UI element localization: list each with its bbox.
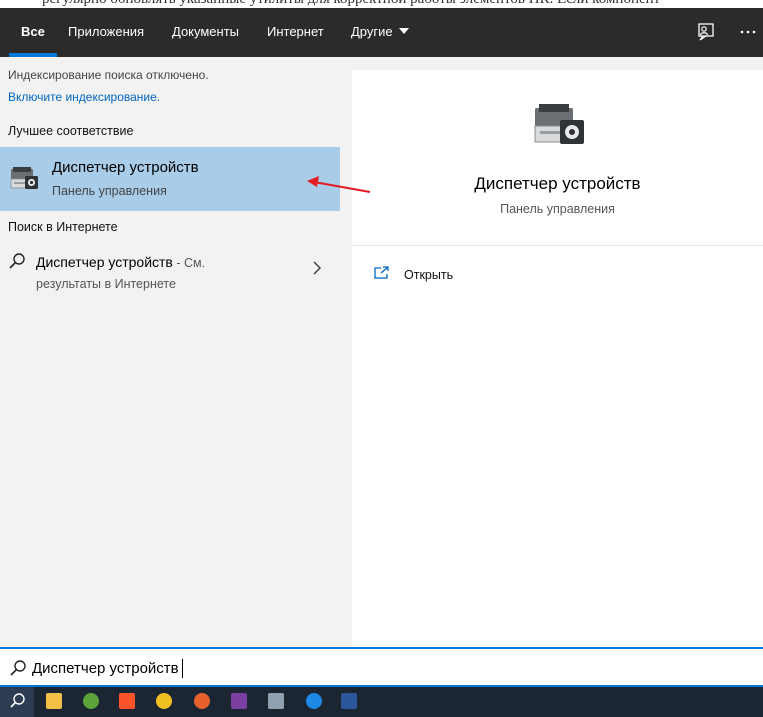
- best-match-heading: Лучшее соответствие: [8, 124, 134, 138]
- enable-indexing-link[interactable]: Включите индексирование.: [8, 90, 160, 104]
- background-page: регулярно обновлять указанные утилиты дл…: [0, 0, 763, 8]
- web-search-query: Диспетчер устройств: [36, 254, 173, 270]
- file-explorer-icon[interactable]: [40, 687, 68, 717]
- teamviewer-icon[interactable]: [300, 687, 328, 717]
- utorrent-icon[interactable]: [77, 687, 105, 717]
- tab-documents[interactable]: Документы: [172, 8, 239, 57]
- brave-icon[interactable]: [113, 687, 141, 717]
- taskbar: [0, 687, 763, 717]
- device-manager-icon: [534, 104, 584, 144]
- tab-apps[interactable]: Приложения: [68, 8, 144, 57]
- search-icon: [10, 660, 26, 676]
- chevron-down-icon: [398, 28, 409, 34]
- web-search-name: Диспетчер устройств - См.: [36, 254, 205, 270]
- preview-panel: Диспетчер устройств Панель управления От…: [352, 70, 763, 647]
- annotation-arrow: [307, 176, 371, 193]
- search-taskbar-button[interactable]: [0, 687, 34, 717]
- text-caret: [182, 659, 183, 678]
- results-panel: Индексирование поиска отключено. Включит…: [0, 57, 340, 647]
- best-match-name: Диспетчер устройств: [52, 159, 199, 176]
- tab-more-label: Другие: [351, 24, 393, 39]
- web-search-subtitle: результаты в Интернете: [36, 277, 176, 291]
- web-search-suffix: - См.: [172, 256, 206, 270]
- chevron-right-icon[interactable]: [312, 261, 322, 275]
- divider: [352, 245, 763, 246]
- feedback-icon[interactable]: [695, 21, 717, 43]
- word-icon[interactable]: [335, 687, 363, 717]
- search-box[interactable]: [0, 647, 763, 687]
- search-nav-bar: Все Приложения Документы Интернет Другие: [0, 8, 763, 57]
- open-icon: [374, 266, 389, 279]
- photos-icon[interactable]: [262, 687, 290, 717]
- firefox-icon[interactable]: [188, 687, 216, 717]
- best-match-subtitle: Панель управления: [52, 184, 167, 198]
- preview-subtitle: Панель управления: [500, 202, 615, 216]
- tab-more[interactable]: Другие: [351, 8, 409, 57]
- background-text: регулярно обновлять указанные утилиты дл…: [42, 0, 660, 8]
- search-icon: [9, 253, 25, 269]
- tab-web[interactable]: Интернет: [267, 8, 324, 57]
- open-action-label: Открыть: [404, 268, 454, 282]
- preview-title: Диспетчер устройств: [474, 174, 641, 193]
- more-icon[interactable]: [737, 21, 759, 43]
- archive-icon[interactable]: [225, 687, 253, 717]
- web-search-item[interactable]: Диспетчер устройств - См. результаты в И…: [0, 247, 340, 299]
- indexing-info: Индексирование поиска отключено.: [8, 68, 209, 82]
- device-manager-icon: [10, 167, 38, 189]
- best-match-item[interactable]: Диспетчер устройств Панель управления: [0, 147, 340, 211]
- arduino-icon[interactable]: [150, 687, 178, 717]
- windows-search-window: регулярно обновлять указанные утилиты дл…: [0, 0, 763, 717]
- web-search-heading: Поиск в Интернете: [8, 220, 118, 234]
- search-input[interactable]: [32, 655, 632, 681]
- tab-all[interactable]: Все: [9, 8, 57, 57]
- search-icon: [10, 693, 25, 708]
